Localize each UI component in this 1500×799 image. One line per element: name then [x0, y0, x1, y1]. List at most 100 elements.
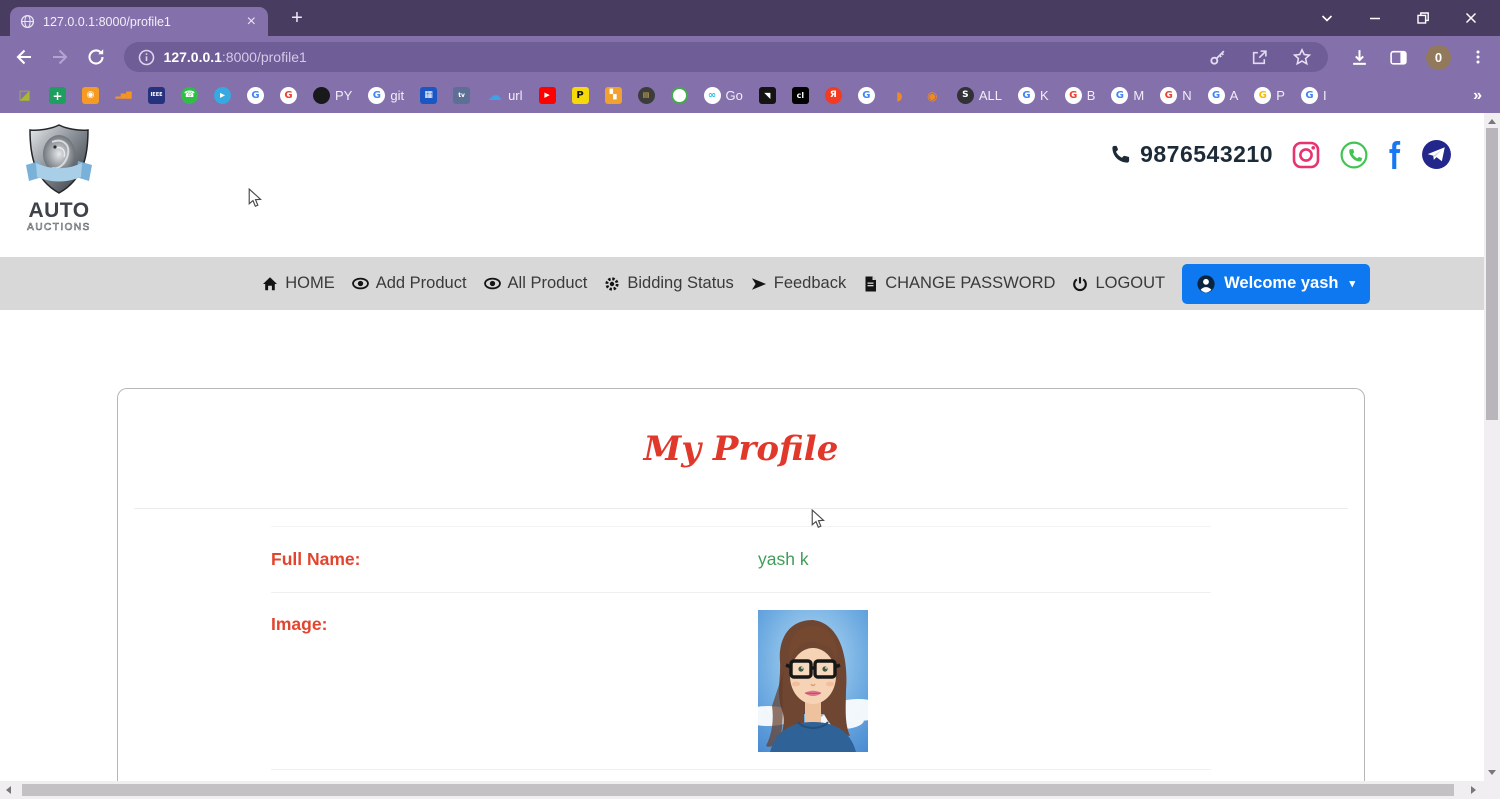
bookmark-item[interactable]: ▚	[604, 87, 622, 104]
bookmarks-bar: ◪ + ◉ ▂▅▇ IEEE ☎ ▸ G G PY Ggit ▦ tv ☁ url ▶ P ▚ ▤ ∞ Go ◥ cl Я G ◗…	[0, 78, 1500, 113]
bookmark-item[interactable]: G	[280, 87, 297, 104]
whatsapp-icon[interactable]	[1339, 140, 1369, 170]
bookmark-item[interactable]: ◉	[82, 87, 99, 104]
telegram-icon: ▸	[214, 87, 231, 104]
bookmark-item[interactable]: ◥	[758, 87, 776, 104]
bookmark-item[interactable]	[670, 87, 688, 104]
telegram-icon[interactable]	[1421, 139, 1452, 170]
bookmark-label: A	[1229, 88, 1239, 103]
bookmark-item[interactable]: S ALL	[956, 87, 1002, 104]
bookmark-item[interactable]: ▤	[637, 87, 655, 104]
bookmark-item[interactable]: IEEE	[148, 87, 165, 104]
bookmark-item[interactable]: ▶	[538, 87, 556, 104]
downloads-icon[interactable]	[1348, 45, 1372, 69]
nav-item-home[interactable]: HOME	[262, 274, 335, 293]
scroll-left-arrow[interactable]	[6, 786, 11, 794]
bookmark-item[interactable]: cl	[791, 87, 809, 104]
bookmark-item[interactable]: ▦	[420, 87, 438, 104]
site-info-icon[interactable]	[138, 49, 155, 66]
main-nav: HOME Add Product All Product Bidding Status…	[262, 274, 1165, 293]
horizontal-scrollbar[interactable]	[0, 781, 1484, 799]
google-icon: G	[280, 87, 297, 104]
bookmark-item[interactable]: GA	[1207, 87, 1239, 104]
bookmark-item[interactable]: P	[571, 87, 589, 104]
toolbar-actions: 0	[1348, 44, 1490, 70]
bookmark-item[interactable]: tv	[453, 87, 471, 104]
share-icon[interactable]	[1248, 45, 1272, 69]
url-text[interactable]: 127.0.0.1:8000/profile1	[164, 49, 307, 65]
youtube-icon: ▶	[538, 87, 556, 104]
bookmark-item[interactable]: G	[857, 87, 875, 104]
profile-avatar[interactable]: 0	[1425, 44, 1451, 70]
table-row: Image:	[271, 593, 1211, 770]
bookmark-item[interactable]: Я	[824, 87, 842, 104]
forward-icon[interactable]	[48, 45, 72, 69]
nav-item-feedback[interactable]: Feedback	[751, 274, 846, 293]
browser-tab[interactable]: 127.0.0.1:8000/profile1 ×	[10, 7, 268, 36]
google-icon: G	[247, 87, 264, 104]
horizontal-scrollbar-thumb[interactable]	[22, 784, 1454, 796]
nav-item-change-password[interactable]: CHANGE PASSWORD	[863, 274, 1055, 293]
bookmark-item[interactable]: GN	[1160, 87, 1192, 104]
eye-icon	[483, 275, 501, 292]
vertical-scrollbar-thumb[interactable]	[1486, 128, 1498, 420]
menu-kebab-icon[interactable]	[1466, 45, 1490, 69]
nav-item-all-product[interactable]: All Product	[483, 274, 588, 293]
ring-icon	[670, 87, 688, 104]
p-icon: P	[571, 87, 589, 104]
bookmark-item[interactable]: ▸	[214, 87, 231, 104]
minimize-icon[interactable]	[1360, 3, 1390, 33]
bookmark-item[interactable]: ☎	[181, 87, 198, 104]
nav-item-add-product[interactable]: Add Product	[351, 274, 467, 293]
restore-icon[interactable]	[1408, 3, 1438, 33]
bookmark-item[interactable]: PY	[313, 87, 352, 104]
doc-icon	[863, 276, 878, 292]
close-icon[interactable]	[1456, 3, 1486, 33]
welcome-user-button[interactable]: Welcome yash ▾	[1182, 263, 1370, 304]
bookmarks-overflow-chevron[interactable]: »	[1473, 87, 1482, 105]
new-tab-button[interactable]: +	[285, 6, 309, 30]
bookmark-item[interactable]: ◪	[16, 87, 33, 104]
full-name-label: Full Name:	[271, 549, 361, 569]
bookmark-item[interactable]: GK	[1018, 87, 1049, 104]
svg-text:AUCTIONS: AUCTIONS	[27, 222, 91, 233]
instagram-icon[interactable]	[1292, 141, 1320, 169]
bookmark-item[interactable]: GB	[1064, 87, 1095, 104]
bookmark-item[interactable]: ◗	[891, 87, 908, 104]
nav-item-label: All Product	[507, 274, 588, 292]
bookmark-item[interactable]: G	[247, 87, 264, 104]
bookmark-item[interactable]: ◉	[924, 87, 941, 104]
vertical-scrollbar[interactable]	[1484, 113, 1500, 781]
nav-item-logout[interactable]: LOGOUT	[1072, 274, 1165, 293]
bookmark-item[interactable]: GI	[1300, 87, 1327, 104]
bookmark-item[interactable]: ∞ Go	[703, 87, 743, 104]
tab-search-chevron-icon[interactable]	[1312, 3, 1342, 33]
page-title: My Profile	[643, 428, 839, 469]
bookmark-item[interactable]: ▂▅▇	[115, 87, 132, 104]
phone-number: 9876543210	[1110, 141, 1273, 168]
nav-item-bidding-status[interactable]: Bidding Status	[604, 274, 734, 293]
bookmark-item[interactable]: Ggit	[368, 87, 404, 104]
bookmark-label: git	[390, 88, 405, 103]
bookmark-item[interactable]: GP	[1254, 87, 1285, 104]
auto-auctions-logo[interactable]: AUTO AUCTIONS	[22, 121, 96, 235]
facebook-icon[interactable]	[1388, 140, 1402, 169]
scroll-up-arrow[interactable]	[1488, 119, 1496, 124]
password-key-icon[interactable]	[1206, 45, 1230, 69]
phone-number-text: 9876543210	[1140, 141, 1273, 167]
scroll-right-arrow[interactable]	[1471, 786, 1476, 794]
globe-icon: S	[956, 87, 974, 104]
tab-close-icon[interactable]: ×	[245, 13, 258, 30]
bookmark-item[interactable]: +	[49, 87, 66, 104]
scrollbar-corner	[1484, 781, 1500, 799]
scroll-down-arrow[interactable]	[1488, 770, 1496, 775]
cloud-icon: ☁	[487, 87, 502, 104]
url-bar[interactable]: 127.0.0.1:8000/profile1	[123, 42, 1328, 72]
bookmark-item[interactable]: GM	[1111, 87, 1144, 104]
bookmark-item[interactable]: ☁ url	[486, 87, 523, 104]
side-panel-icon[interactable]	[1387, 45, 1411, 69]
reload-icon[interactable]	[84, 45, 108, 69]
back-icon[interactable]	[12, 45, 36, 69]
phone-icon	[1110, 144, 1131, 165]
bookmark-star-icon[interactable]	[1290, 45, 1314, 69]
